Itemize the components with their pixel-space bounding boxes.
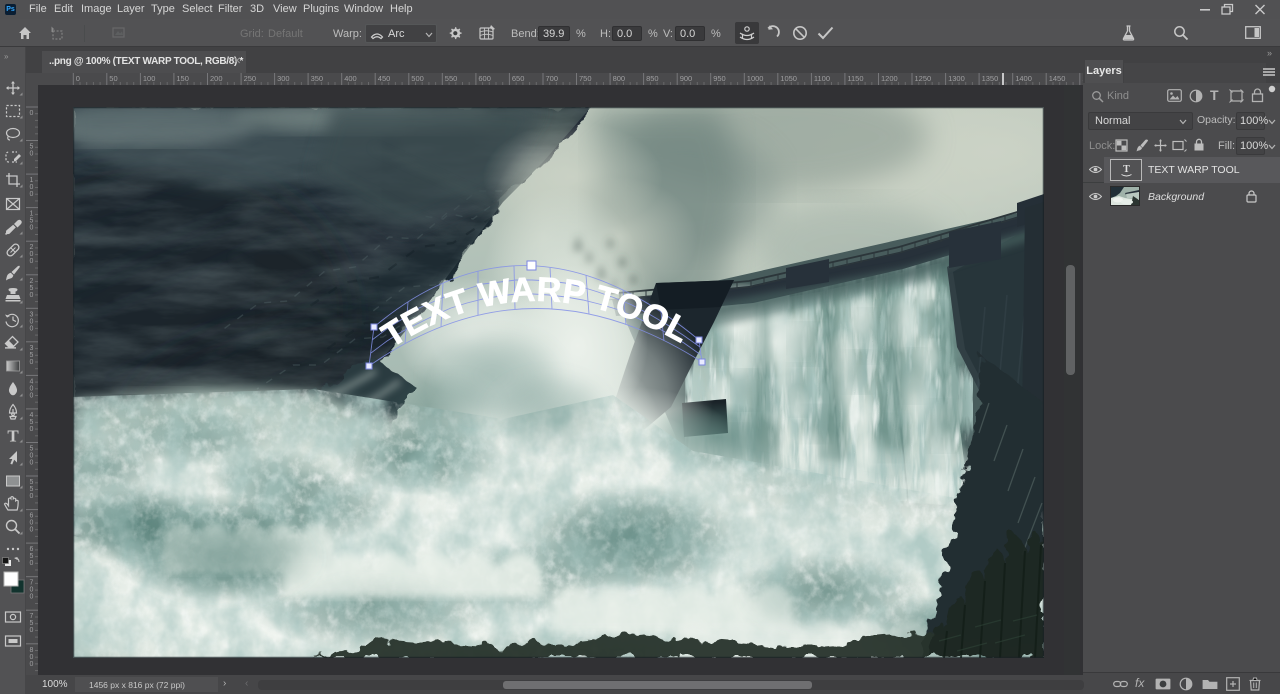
svg-text:1100: 1100 (814, 74, 830, 83)
svg-text:0: 0 (30, 325, 34, 332)
svg-text:1000: 1000 (747, 74, 764, 83)
svg-text:250: 250 (244, 74, 257, 83)
svg-text:1150: 1150 (847, 74, 863, 83)
svg-text:5: 5 (30, 486, 34, 493)
svg-text:1200: 1200 (881, 74, 898, 83)
svg-text:1450: 1450 (1049, 74, 1066, 83)
svg-text:0: 0 (30, 251, 34, 258)
svg-text:T: T (1123, 164, 1130, 175)
svg-text:100: 100 (143, 74, 156, 83)
svg-text:0: 0 (30, 184, 34, 191)
svg-text:300: 300 (277, 74, 290, 83)
svg-text:0: 0 (30, 453, 34, 460)
svg-text:1400: 1400 (1015, 74, 1032, 83)
svg-text:150: 150 (176, 74, 189, 83)
svg-text:7: 7 (30, 580, 34, 587)
svg-text:7: 7 (30, 613, 34, 620)
svg-text:0: 0 (30, 359, 34, 366)
svg-text:1: 1 (30, 177, 34, 184)
svg-text:0: 0 (30, 460, 34, 467)
svg-text:6: 6 (30, 513, 34, 520)
svg-text:0: 0 (30, 594, 34, 601)
svg-text:5: 5 (30, 446, 34, 453)
svg-text:0: 0 (30, 151, 34, 158)
svg-text:5: 5 (30, 553, 34, 560)
svg-text:450: 450 (378, 74, 391, 83)
svg-text:4: 4 (30, 412, 34, 419)
svg-text:3: 3 (30, 345, 34, 352)
svg-text:550: 550 (445, 74, 458, 83)
svg-text:5: 5 (30, 352, 34, 359)
svg-text:5: 5 (30, 144, 34, 151)
svg-text:950: 950 (713, 74, 726, 83)
svg-text:0: 0 (30, 385, 34, 392)
svg-text:500: 500 (411, 74, 424, 83)
svg-text:0: 0 (30, 392, 34, 399)
svg-text:0: 0 (30, 520, 34, 527)
svg-text:2: 2 (30, 278, 34, 285)
svg-text:5: 5 (30, 285, 34, 292)
svg-text:900: 900 (680, 74, 693, 83)
svg-text:5: 5 (30, 218, 34, 225)
svg-text:8: 8 (30, 647, 34, 654)
svg-text:5: 5 (30, 479, 34, 486)
svg-text:0: 0 (30, 110, 34, 117)
svg-text:»: » (4, 52, 9, 61)
svg-text:850: 850 (646, 74, 659, 83)
svg-text:0: 0 (30, 661, 34, 668)
svg-text:50: 50 (109, 74, 117, 83)
svg-text:0: 0 (30, 560, 34, 567)
svg-text:700: 700 (546, 74, 559, 83)
svg-text:1250: 1250 (915, 74, 932, 83)
svg-text:0: 0 (30, 191, 34, 198)
svg-text:2: 2 (30, 244, 34, 251)
svg-text:200: 200 (210, 74, 223, 83)
svg-text:650: 650 (512, 74, 525, 83)
svg-text:600: 600 (478, 74, 491, 83)
svg-text:5: 5 (30, 620, 34, 627)
svg-text:0: 0 (30, 627, 34, 634)
svg-text:1350: 1350 (982, 74, 999, 83)
svg-text:4: 4 (30, 378, 34, 385)
svg-text:0: 0 (30, 527, 34, 534)
svg-text:0: 0 (30, 225, 34, 232)
svg-text:400: 400 (344, 74, 357, 83)
svg-text:5: 5 (30, 419, 34, 426)
svg-text:3: 3 (30, 311, 34, 318)
svg-text:0: 0 (30, 493, 34, 500)
svg-text:T: T (7, 427, 19, 446)
svg-text:1300: 1300 (948, 74, 965, 83)
svg-text:1: 1 (30, 211, 34, 218)
svg-text:800: 800 (613, 74, 626, 83)
svg-text:0: 0 (30, 258, 34, 265)
svg-text:0: 0 (76, 74, 80, 83)
svg-text:0: 0 (30, 292, 34, 299)
svg-text:0: 0 (30, 318, 34, 325)
svg-text:0: 0 (30, 587, 34, 594)
svg-text:750: 750 (579, 74, 592, 83)
svg-text:0: 0 (30, 654, 34, 661)
svg-text:0: 0 (30, 426, 34, 433)
svg-text:350: 350 (311, 74, 324, 83)
svg-text:6: 6 (30, 546, 34, 553)
svg-text:1050: 1050 (780, 74, 797, 83)
